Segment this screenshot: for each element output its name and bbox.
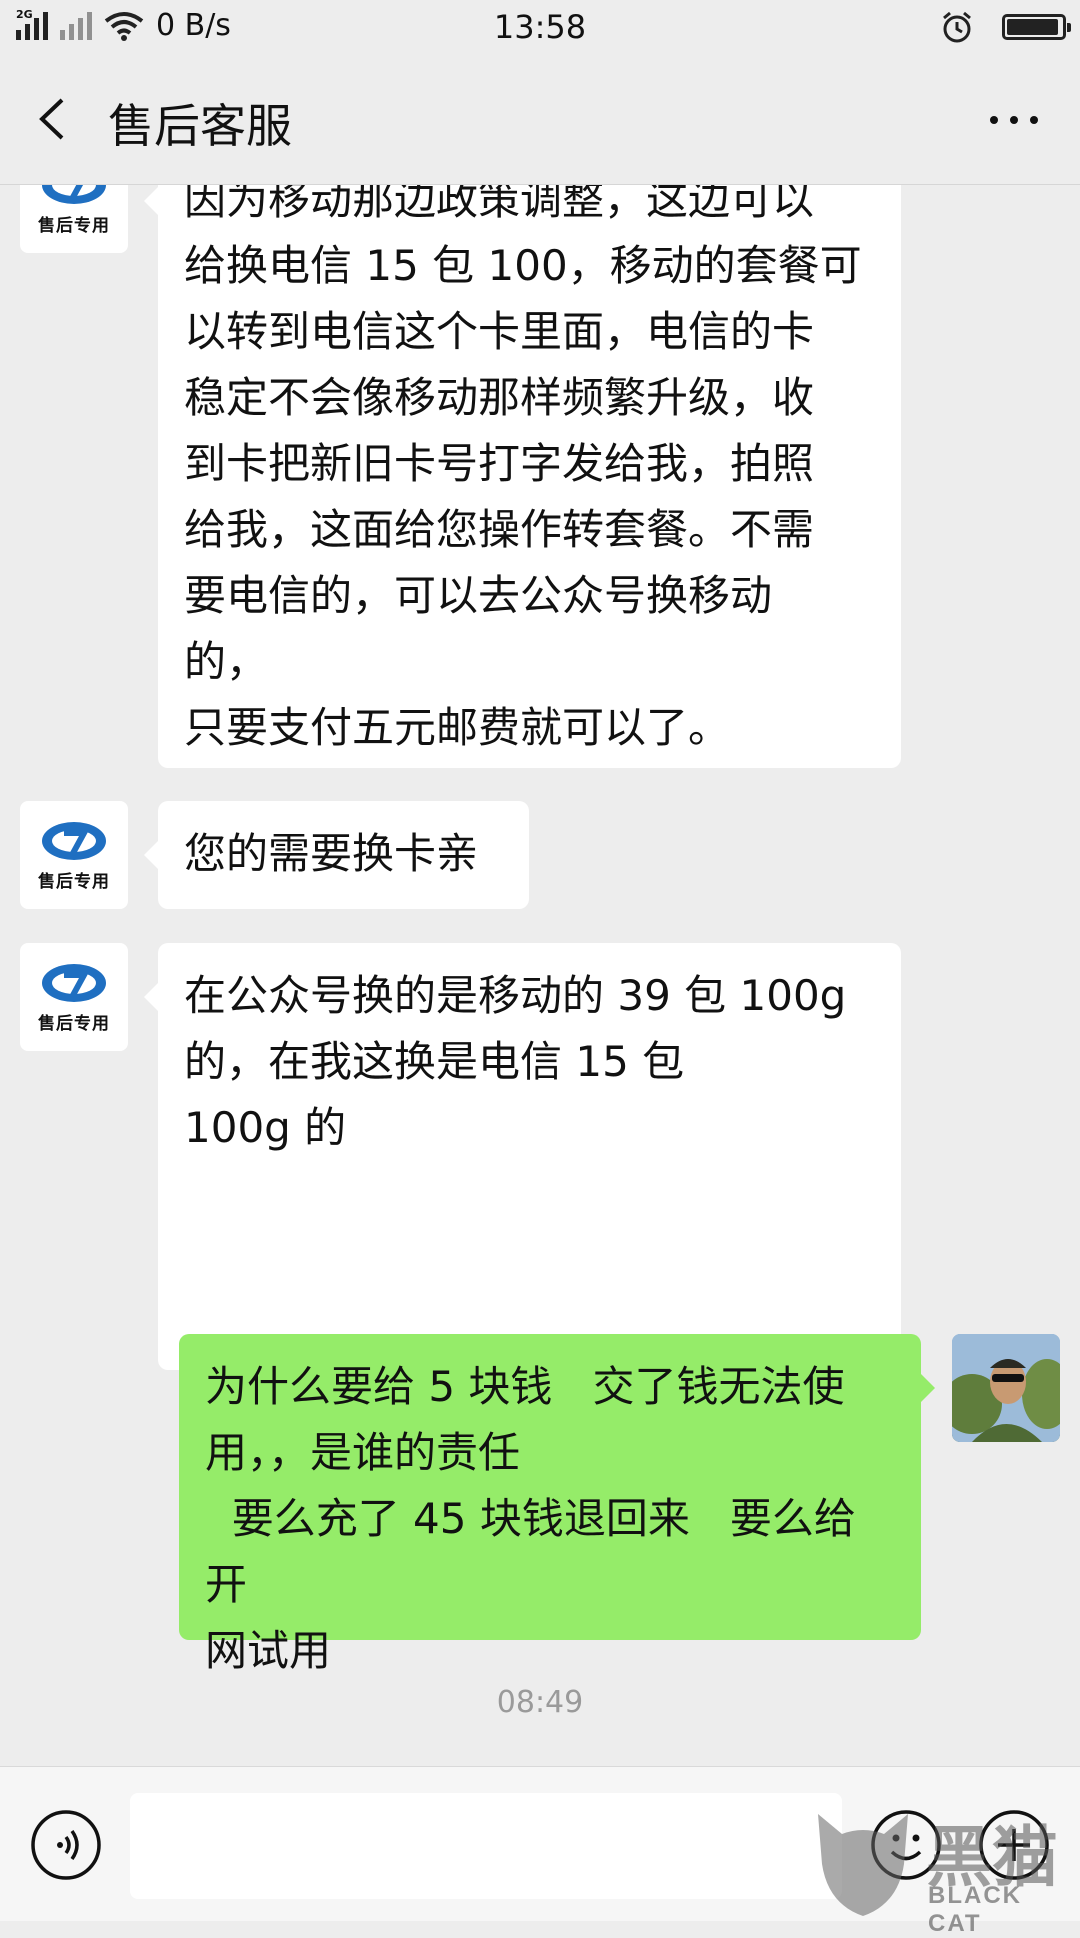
message-bubble-service[interactable]: 因为移动那边政策调整，这边可以 给换电信 15 包 100，移动的套餐可 以转到… <box>144 185 901 768</box>
back-arrow-icon[interactable] <box>30 94 80 144</box>
clock: 13:58 <box>493 8 587 46</box>
service-avatar-label: 售后专用 <box>38 871 110 892</box>
add-more-icon[interactable] <box>978 1809 1050 1881</box>
message-bubble-service[interactable]: 在公众号换的是移动的 39 包 100g 的，在我这换是电信 15 包 100g… <box>144 943 901 1370</box>
user-avatar[interactable] <box>952 1334 1060 1442</box>
chat-input-bar <box>0 1766 1080 1921</box>
message-timestamp: 08:49 <box>496 1685 584 1720</box>
service-logo-icon <box>42 821 106 860</box>
service-avatar[interactable]: 售后专用 <box>20 185 128 253</box>
service-avatar-label: 售后专用 <box>38 1013 110 1034</box>
battery-icon <box>1002 14 1071 40</box>
voice-input-icon[interactable] <box>30 1809 102 1881</box>
message-input[interactable] <box>130 1793 842 1899</box>
user-photo <box>952 1334 1060 1442</box>
message-bubble-user[interactable]: 为什么要给 5 块钱 交了钱无法使 用，，是谁的责任 要么充了 45 块钱退回来… <box>179 1334 935 1675</box>
service-logo-icon <box>42 963 106 1002</box>
service-avatar[interactable]: 售后专用 <box>20 801 128 909</box>
service-logo-icon <box>42 185 106 204</box>
status-bar: 2G 0 B/s 13:58 <box>0 0 1080 56</box>
chat-title: 售后客服 <box>108 99 292 153</box>
message-bubble-service[interactable]: 您的需要换卡亲 <box>144 801 529 909</box>
service-avatar[interactable]: 售后专用 <box>20 943 128 1051</box>
battery-fill <box>1007 19 1059 35</box>
chat-header: 售后客服 <box>0 56 1080 185</box>
service-avatar-label: 售后专用 <box>38 215 110 236</box>
emoji-icon[interactable] <box>870 1809 942 1881</box>
alarm-icon <box>943 11 971 43</box>
chat-message-list[interactable]: 售后专用 因为移动那边政策调整，这边可以 给换电信 15 包 100，移动的套餐… <box>0 185 1080 1765</box>
status-right <box>940 10 1071 44</box>
more-options-icon[interactable] <box>984 100 1044 140</box>
